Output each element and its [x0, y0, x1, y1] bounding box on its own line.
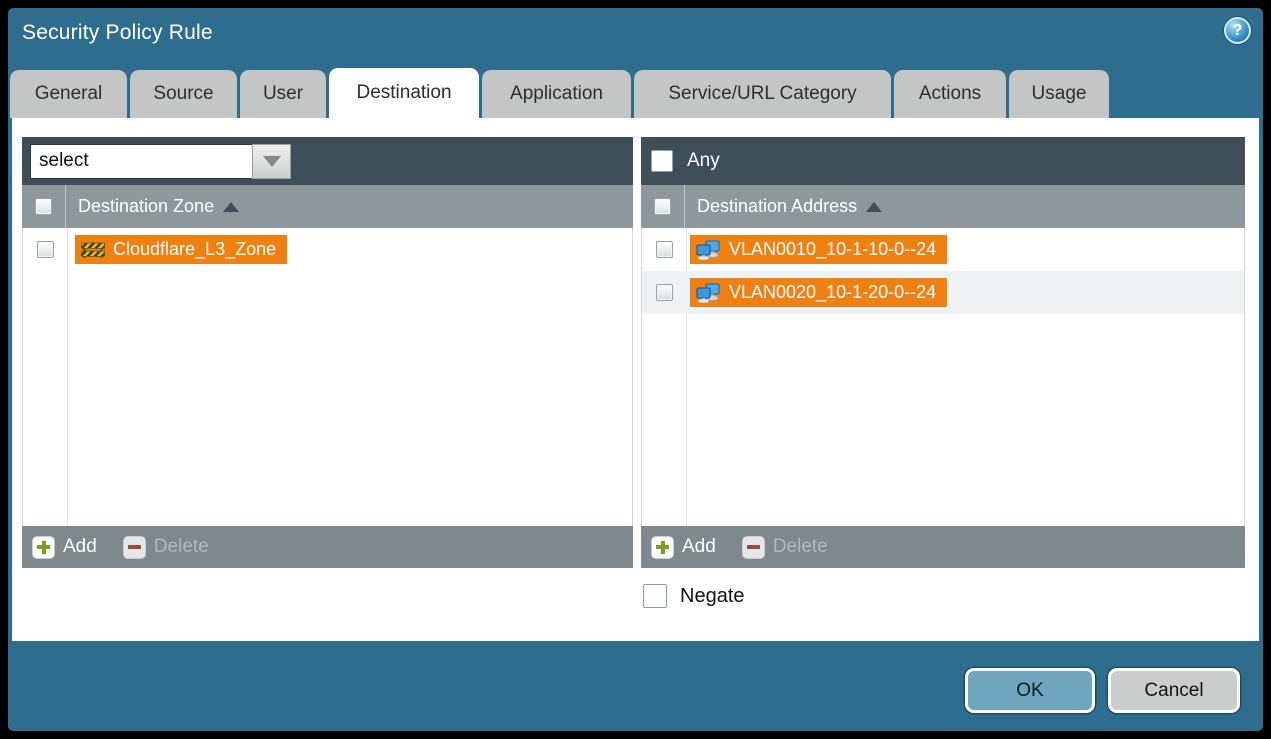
address-panel-footer: Add Delete [641, 526, 1245, 568]
column-header-label: Destination Zone [78, 196, 214, 217]
delete-button[interactable]: Delete [123, 536, 209, 559]
plus-icon [32, 536, 55, 559]
zone-barrier-icon [81, 240, 105, 259]
sort-asc-icon [866, 202, 882, 212]
add-button[interactable]: Add [32, 536, 97, 559]
address-select-all-checkbox[interactable] [654, 198, 671, 215]
zone-panel-header [22, 137, 633, 185]
tab-source[interactable]: Source [130, 70, 237, 118]
row-checkbox-cell [23, 228, 67, 271]
row-checkbox-cell [642, 228, 686, 271]
zone-chip-label: Cloudflare_L3_Zone [113, 239, 276, 260]
zone-column-header: Destination Zone [22, 185, 633, 228]
zone-filter-input[interactable] [30, 144, 252, 179]
ok-button[interactable]: OK [965, 668, 1095, 713]
zone-list: Cloudflare_L3_Zone [22, 228, 633, 526]
sort-asc-icon [223, 202, 239, 212]
plus-icon [651, 536, 674, 559]
delete-button[interactable]: Delete [742, 536, 828, 559]
minus-icon [742, 536, 765, 559]
destination-tab-content: Destination Zone [12, 118, 1259, 641]
tab-actions[interactable]: Actions [894, 70, 1006, 118]
negate-label: Negate [680, 585, 745, 608]
any-checkbox[interactable] [651, 150, 673, 172]
zone-filter-combo [30, 144, 291, 179]
tab-general[interactable]: General [10, 70, 127, 118]
address-chip[interactable]: VLAN0010_10-1-10-0--24 [690, 235, 947, 264]
address-chip[interactable]: VLAN0020_10-1-20-0--24 [690, 278, 947, 307]
destination-address-panel: Any Destination Address [641, 137, 1245, 568]
add-button[interactable]: Add [651, 536, 716, 559]
security-policy-rule-dialog: Security Policy Rule ? General Source Us… [8, 8, 1263, 731]
column-header-destination-address[interactable]: Destination Address [697, 196, 882, 217]
row-checkbox[interactable] [656, 241, 673, 258]
delete-button-label: Delete [154, 536, 209, 558]
zone-select-all-checkbox[interactable] [35, 198, 52, 215]
dialog-buttons: OK Cancel [965, 668, 1240, 713]
negate-option: Negate [643, 584, 745, 608]
help-icon[interactable]: ? [1224, 17, 1251, 44]
column-header-label: Destination Address [697, 196, 857, 217]
any-label: Any [687, 150, 720, 172]
tab-destination[interactable]: Destination [329, 68, 479, 118]
tab-application[interactable]: Application [482, 70, 631, 118]
address-select-all-cell [641, 185, 685, 228]
address-chip-label: VLAN0010_10-1-10-0--24 [729, 239, 936, 260]
tab-service-url-category[interactable]: Service/URL Category [634, 70, 891, 118]
network-icon [696, 283, 721, 303]
address-list: VLAN0010_10-1-10-0--24 [641, 228, 1245, 526]
zone-select-all-cell [22, 185, 66, 228]
table-row: VLAN0010_10-1-10-0--24 [642, 228, 1244, 271]
address-panel-header: Any [641, 137, 1245, 185]
table-row: VLAN0020_10-1-20-0--24 [642, 271, 1244, 314]
page-title: Security Policy Rule [22, 21, 213, 45]
network-icon [696, 240, 721, 260]
add-button-label: Add [63, 536, 97, 558]
tab-usage[interactable]: Usage [1009, 70, 1109, 118]
chevron-down-icon [263, 156, 281, 167]
address-chip-label: VLAN0020_10-1-20-0--24 [729, 282, 936, 303]
zone-panel-footer: Add Delete [22, 526, 633, 568]
tab-user[interactable]: User [240, 70, 326, 118]
zone-filter-dropdown-button[interactable] [252, 144, 291, 179]
add-button-label: Add [682, 536, 716, 558]
cancel-button[interactable]: Cancel [1108, 668, 1240, 713]
delete-button-label: Delete [773, 536, 828, 558]
destination-zone-panel: Destination Zone [22, 137, 633, 568]
zone-chip[interactable]: Cloudflare_L3_Zone [75, 235, 287, 264]
row-checkbox[interactable] [37, 241, 54, 258]
column-divider [67, 228, 68, 526]
row-checkbox[interactable] [656, 284, 673, 301]
row-checkbox-cell [642, 271, 686, 314]
minus-icon [123, 536, 146, 559]
table-row: Cloudflare_L3_Zone [23, 228, 632, 271]
column-header-destination-zone[interactable]: Destination Zone [78, 196, 239, 217]
address-column-header: Destination Address [641, 185, 1245, 228]
negate-checkbox[interactable] [643, 584, 667, 608]
tab-bar: General Source User Destination Applicat… [10, 70, 1109, 118]
